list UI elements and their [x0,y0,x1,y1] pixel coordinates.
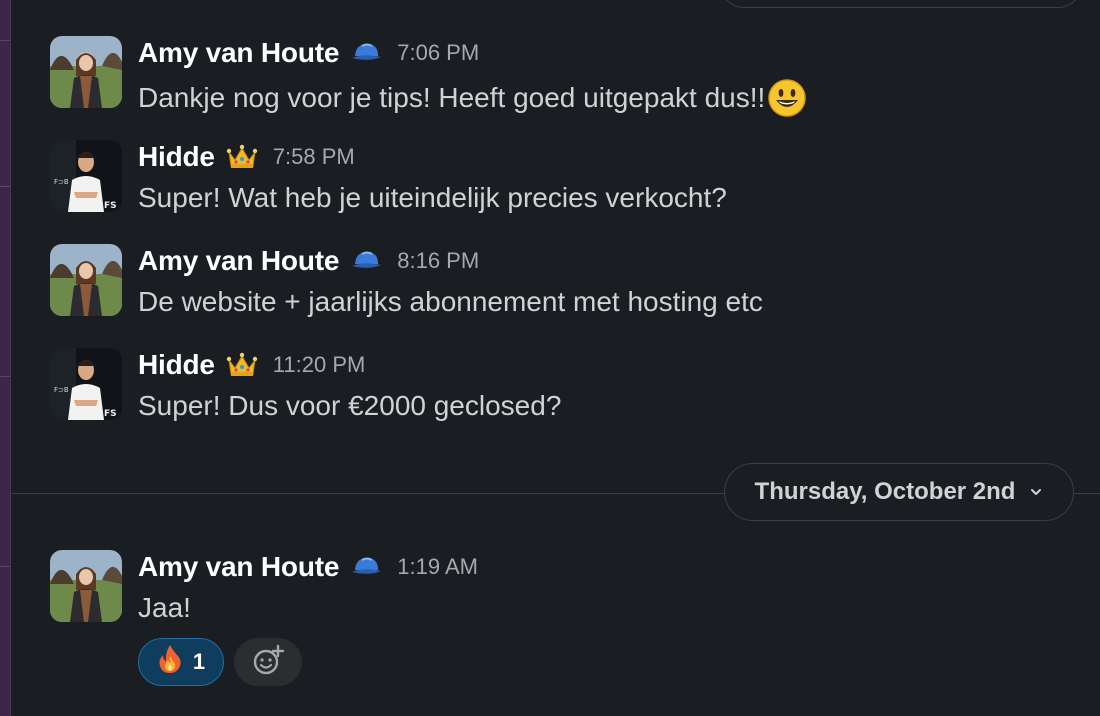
svg-text:F⊃B: F⊃B [54,386,69,394]
chevron-down-icon [1029,487,1043,497]
sidebar-divider [0,186,10,187]
smiley-emoji [767,78,807,118]
timestamp[interactable]: 11:20 PM [273,352,366,378]
sidebar-divider [0,376,10,377]
message: Amy van Houte 8:16 PM De website + jaarl… [50,244,1090,324]
reaction-fire[interactable]: 1 [138,638,224,686]
author-name[interactable]: Hidde [138,141,215,173]
timestamp[interactable]: 1:19 AM [397,554,478,580]
message: F⊃B FS Hidde [50,140,1090,220]
message-text: Super! Wat heb je uiteindelijk precies v… [138,182,727,213]
reaction-bar: 1 [138,638,302,686]
message-pane: Amy van Houte 7:06 PM Dankje nog voor je… [0,0,1100,716]
message-text: Jaa! [138,592,191,623]
blue-cap-icon[interactable] [349,553,383,581]
crown-icon[interactable] [225,143,259,171]
avatar-hidde[interactable]: F⊃B FS [50,140,122,212]
message: Amy van Houte 1:19 AM Jaa! [50,550,1090,630]
blue-cap-icon[interactable] [349,39,383,67]
crown-icon[interactable] [225,351,259,379]
sidebar-edge [0,0,11,716]
author-name[interactable]: Amy van Houte [138,37,339,69]
date-label: Thursday, October 2nd [754,478,1016,505]
reaction-count: 1 [192,649,206,674]
svg-text:FS: FS [104,201,117,211]
previous-date-pill[interactable] [720,0,1082,8]
avatar-hidde[interactable]: F⊃B FS [50,348,122,420]
author-name[interactable]: Amy van Houte [138,245,339,277]
blue-cap-icon[interactable] [349,247,383,275]
avatar-amy[interactable] [50,244,122,316]
add-reaction-button[interactable] [234,638,302,686]
add-reaction-icon [251,644,285,681]
sidebar-divider [0,40,10,41]
date-divider-button[interactable]: Thursday, October 2nd [724,463,1074,521]
svg-text:F⊃B: F⊃B [54,178,69,186]
fire-emoji [157,644,183,680]
message-text: Dankje nog voor je tips! Heeft goed uitg… [138,82,766,113]
message: F⊃B FS Hidde [50,348,1090,428]
author-name[interactable]: Hidde [138,349,215,381]
avatar-amy[interactable] [50,36,122,108]
svg-text:FS: FS [104,409,117,419]
message: Amy van Houte 7:06 PM Dankje nog voor je… [50,36,1090,118]
avatar-amy[interactable] [50,550,122,622]
author-name[interactable]: Amy van Houte [138,551,339,583]
sidebar-divider [0,566,10,567]
timestamp[interactable]: 7:58 PM [273,144,355,170]
message-text: De website + jaarlijks abonnement met ho… [138,286,763,317]
timestamp[interactable]: 8:16 PM [397,248,479,274]
message-text: Super! Dus voor €2000 geclosed? [138,390,562,421]
timestamp[interactable]: 7:06 PM [397,40,479,66]
